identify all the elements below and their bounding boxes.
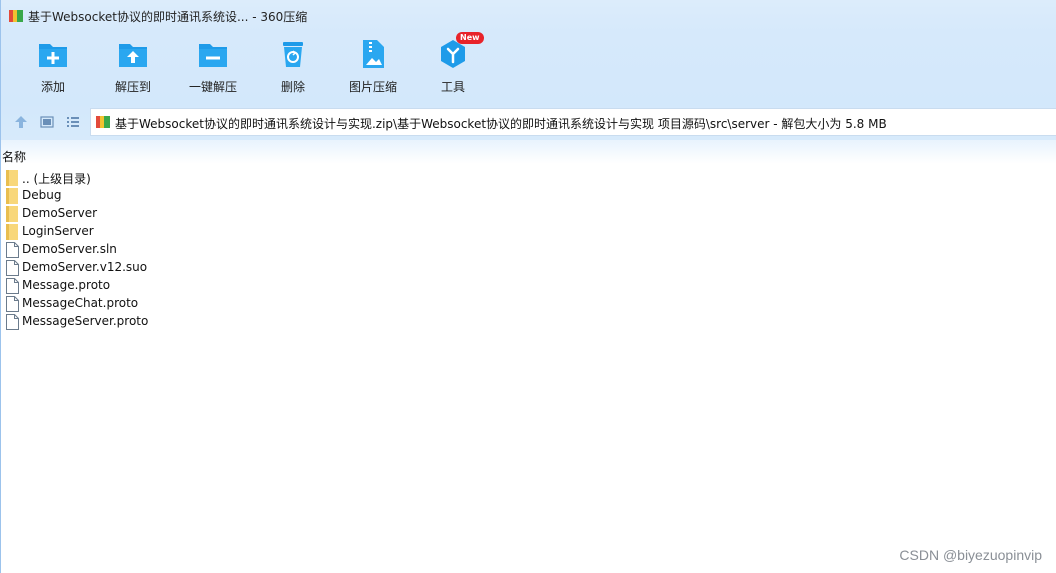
folder-row[interactable]: Debug xyxy=(1,187,1056,205)
folder-row[interactable]: DemoServer xyxy=(1,205,1056,223)
add-button[interactable]: 添加 xyxy=(18,34,88,100)
column-name-header[interactable]: 名称 xyxy=(2,148,26,165)
one-click-extract-label: 一键解压 xyxy=(188,80,237,94)
new-badge: New xyxy=(456,32,484,44)
archive-icon xyxy=(96,116,110,128)
extract-to-label: 解压到 xyxy=(114,80,151,94)
up-arrow-icon[interactable] xyxy=(13,114,29,130)
toolbar: 添加 解压到 一键解压 删除 图片压缩 New 工具 xyxy=(1,32,1056,104)
window-title: 基于Websocket协议的即时通讯系统设... - 360压缩 xyxy=(28,10,308,24)
file-name: LoginServer xyxy=(22,224,94,238)
image-compress-button[interactable]: 图片压缩 xyxy=(338,34,408,100)
document-icon xyxy=(6,242,19,258)
image-compress-label: 图片压缩 xyxy=(348,80,397,94)
file-name: Message.proto xyxy=(22,278,111,292)
file-name: DemoServer.sln xyxy=(22,242,117,256)
file-name: MessageChat.proto xyxy=(22,296,139,310)
file-list: .. (上级目录) Debug DemoServer LoginServer DemoS… xyxy=(1,169,1056,331)
file-row[interactable]: MessageChat.proto xyxy=(1,295,1056,313)
file-name: Debug xyxy=(22,188,62,202)
folder-row[interactable]: LoginServer xyxy=(1,223,1056,241)
folder-icon xyxy=(6,224,18,240)
file-name: DemoServer xyxy=(22,206,98,220)
file-row[interactable]: DemoServer.sln xyxy=(1,241,1056,259)
tools-label: 工具 xyxy=(440,80,465,94)
document-icon xyxy=(6,260,19,276)
app-window: 基于Websocket协议的即时通讯系统设... - 360压缩 添加 解压到 xyxy=(0,0,1056,573)
delete-label: 删除 xyxy=(280,80,305,94)
watermark: CSDN @biyezuopinvip xyxy=(899,547,1042,563)
add-label: 添加 xyxy=(40,80,65,94)
file-name: DemoServer.v12.suo xyxy=(22,260,148,274)
title-bar[interactable]: 基于Websocket协议的即时通讯系统设... - 360压缩 xyxy=(1,0,1056,32)
list-view-icon[interactable] xyxy=(65,114,81,130)
delete-button[interactable]: 删除 xyxy=(258,34,328,100)
archive-app-icon xyxy=(9,10,23,22)
file-row[interactable]: DemoServer.v12.suo xyxy=(1,259,1056,277)
path-text: 基于Websocket协议的即时通讯系统设计与实现.zip\基于Websocke… xyxy=(115,117,887,131)
folder-icon xyxy=(6,206,18,222)
folder-icon xyxy=(6,188,18,204)
one-click-extract-icon xyxy=(199,44,227,67)
extract-to-icon xyxy=(119,44,147,67)
folder-icon xyxy=(6,170,18,186)
column-header: 名称 xyxy=(1,140,1056,164)
one-click-extract-button[interactable]: 一键解压 xyxy=(178,34,248,100)
address-bar: 基于Websocket协议的即时通讯系统设计与实现.zip\基于Websocke… xyxy=(1,104,1056,140)
image-compress-icon xyxy=(363,40,384,68)
thumbnail-view-icon[interactable] xyxy=(39,114,55,130)
folder-row[interactable]: .. (上级目录) xyxy=(1,169,1056,187)
document-icon xyxy=(6,314,19,330)
document-icon xyxy=(6,296,19,312)
trash-icon xyxy=(283,42,303,67)
add-icon xyxy=(39,44,67,67)
file-row[interactable]: Message.proto xyxy=(1,277,1056,295)
file-name: MessageServer.proto xyxy=(22,314,149,328)
file-row[interactable]: MessageServer.proto xyxy=(1,313,1056,331)
tools-button[interactable]: New 工具 xyxy=(418,32,488,100)
extract-to-button[interactable]: 解压到 xyxy=(98,34,168,100)
file-name: .. (上级目录) xyxy=(22,172,91,186)
path-field[interactable]: 基于Websocket协议的即时通讯系统设计与实现.zip\基于Websocke… xyxy=(90,108,1056,136)
document-icon xyxy=(6,278,19,294)
